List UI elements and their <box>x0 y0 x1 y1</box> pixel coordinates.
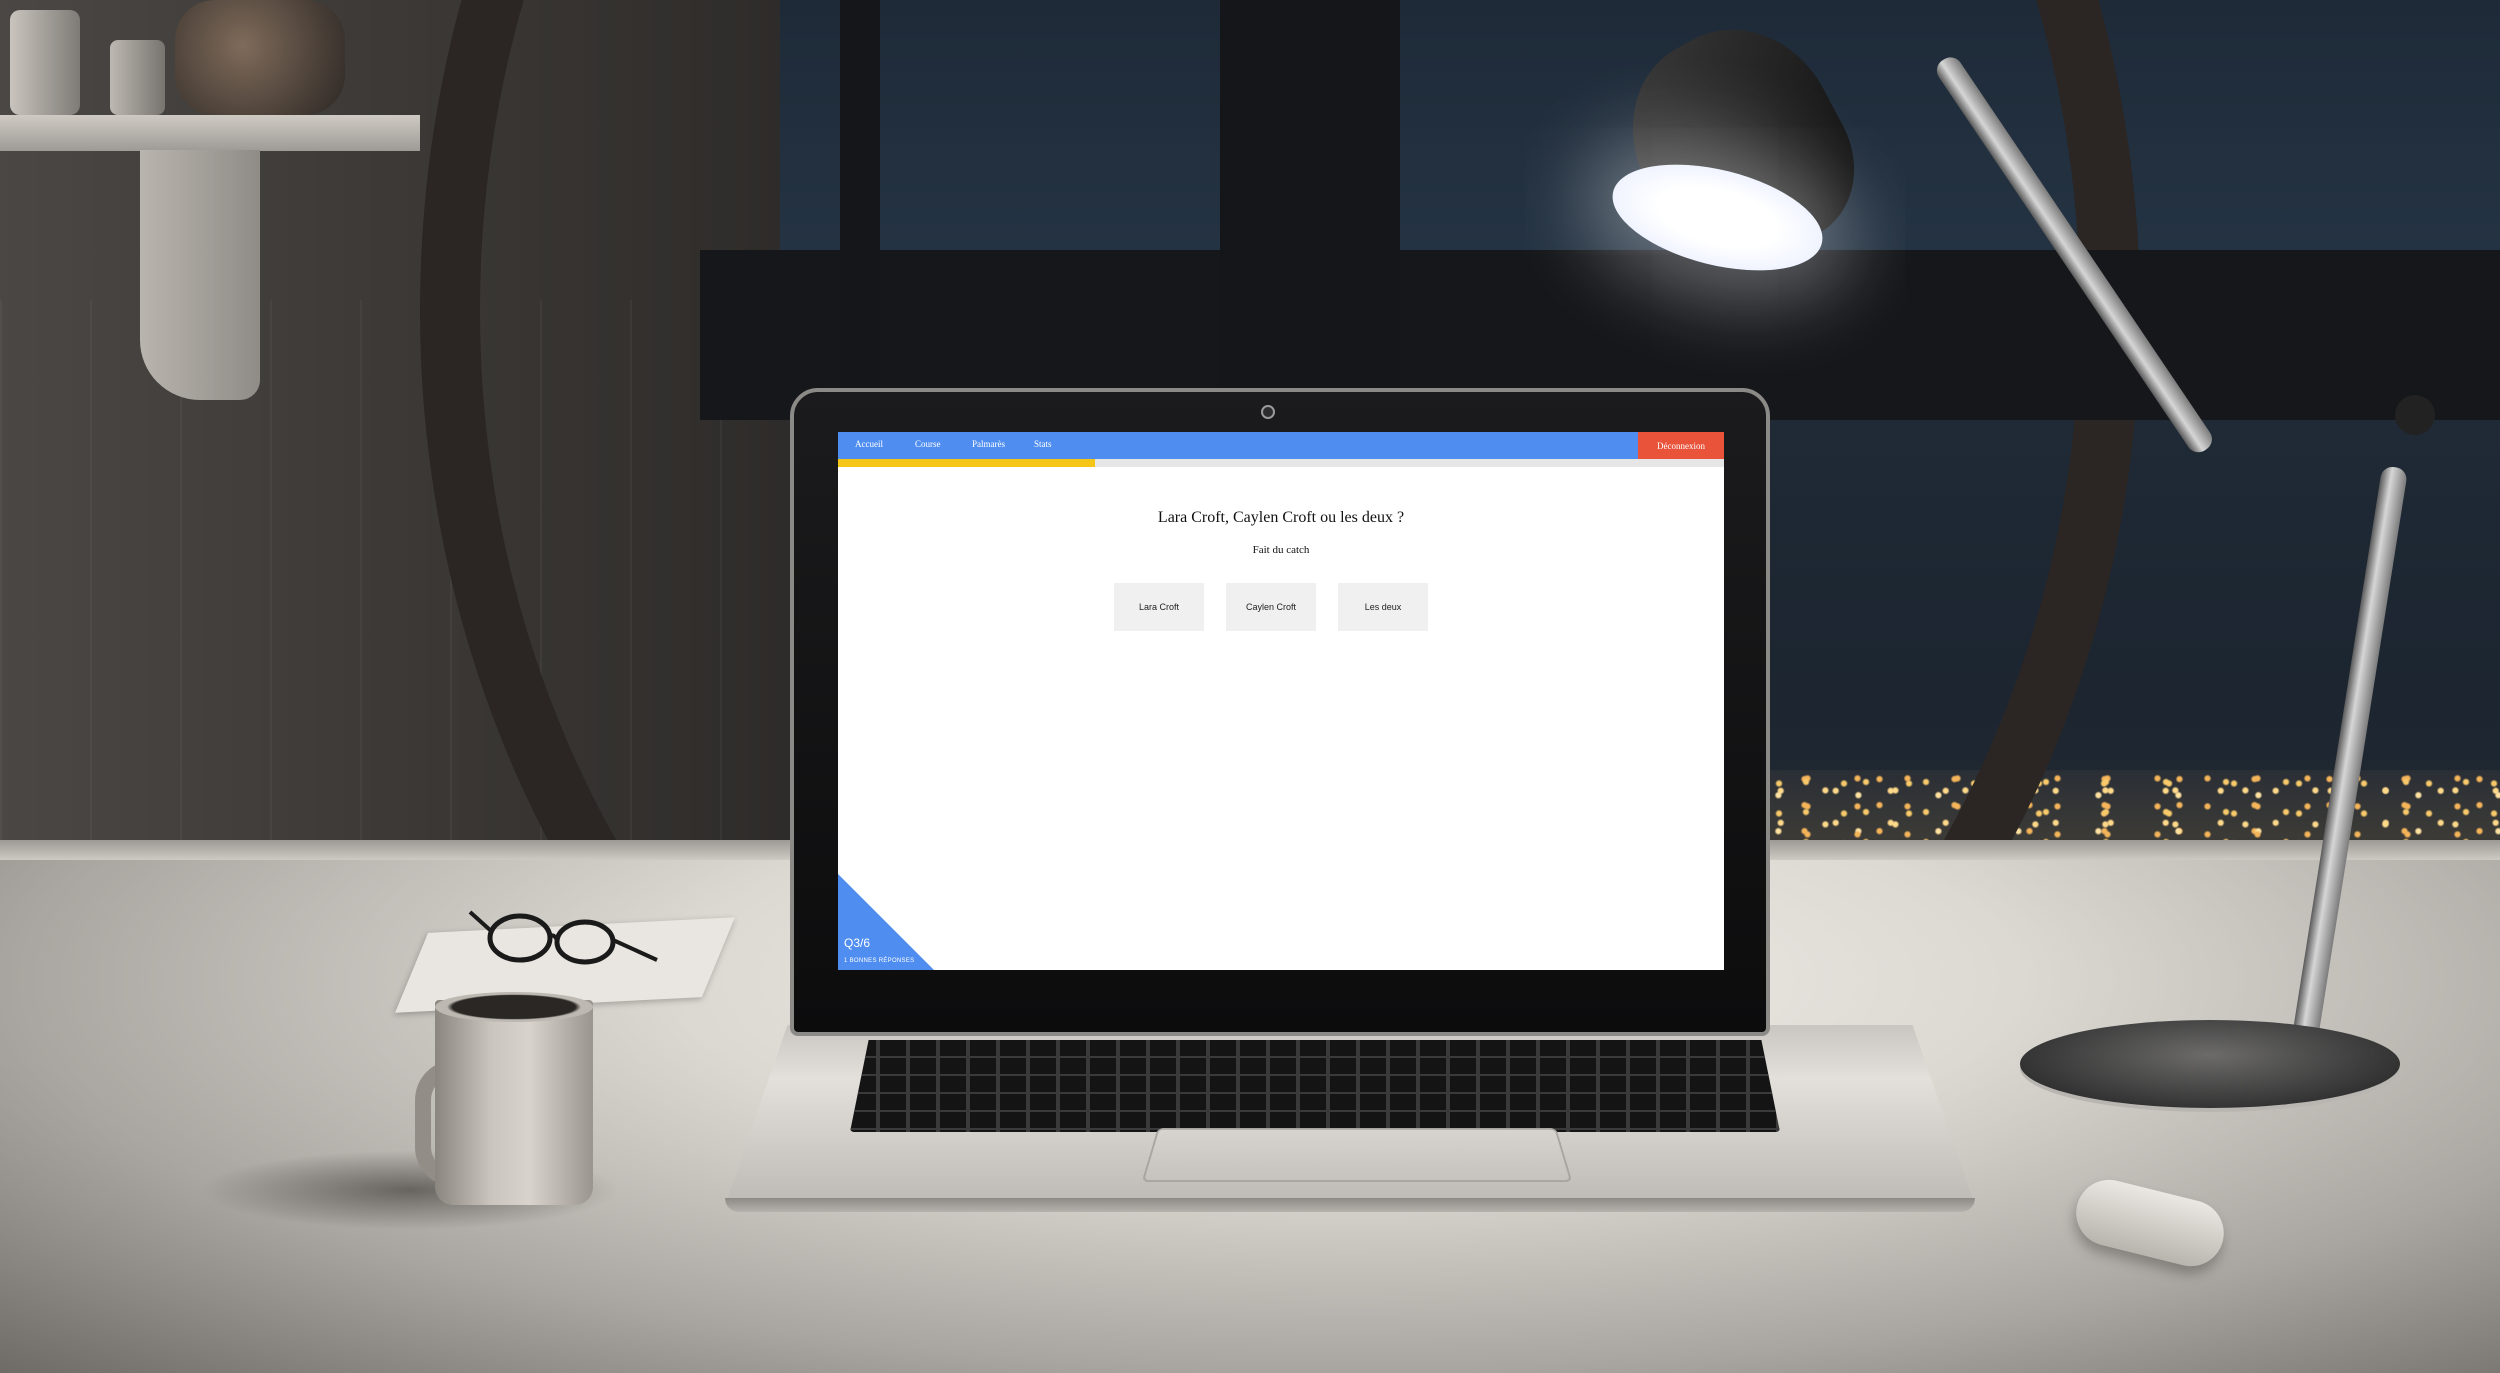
nav-link-palmares[interactable]: Palmarès <box>972 439 1005 449</box>
shelf-bracket <box>140 150 260 400</box>
top-navbar: Accueil Course Palmarès Stats Déconnexio… <box>838 432 1724 459</box>
glasses-icon <box>468 910 658 965</box>
question-hint: Fait du catch <box>1252 544 1310 556</box>
lamp-base <box>2020 1020 2400 1108</box>
shelf-jar <box>110 40 165 115</box>
answer-group: Lara Croft Caylen Croft Les deux <box>1114 583 1434 633</box>
answer-button-caylen-croft[interactable]: Caylen Croft <box>1226 583 1316 631</box>
nav-link-accueil[interactable]: Accueil <box>855 439 883 449</box>
laptop-screen: Accueil Course Palmarès Stats Déconnexio… <box>838 432 1724 970</box>
question-counter: Q3/6 <box>844 936 871 950</box>
trackpad <box>1141 1128 1573 1182</box>
nav-link-stats[interactable]: Stats <box>1034 439 1052 449</box>
shelf-jar <box>10 10 80 115</box>
score-corner-badge <box>838 874 934 970</box>
window-mullion <box>1220 0 1400 420</box>
logout-button[interactable]: Déconnexion <box>1638 432 1724 459</box>
mug-rim <box>435 992 593 1022</box>
window-mullion-left <box>840 0 880 420</box>
nav-link-course[interactable]: Course <box>915 439 941 449</box>
lamp-joint <box>2395 395 2435 435</box>
progress-track <box>838 459 1724 467</box>
keyboard-rows <box>850 1040 1780 1132</box>
answer-button-les-deux[interactable]: Les deux <box>1338 583 1428 631</box>
webcam-icon <box>1261 405 1275 419</box>
score-caption: 1 BONNES RÉPONSES <box>844 958 915 964</box>
coffee-mug <box>435 1000 593 1205</box>
desk-scene: Accueil Course Palmarès Stats Déconnexio… <box>0 0 2500 1373</box>
shelf-vase <box>175 0 345 115</box>
question-title: Lara Croft, Caylen Croft ou les deux ? <box>1157 509 1405 526</box>
laptop-front-edge <box>725 1198 1975 1212</box>
wall-shelf <box>0 115 420 151</box>
answer-button-lara-croft[interactable]: Lara Croft <box>1114 583 1204 631</box>
progress-fill <box>838 459 1095 467</box>
